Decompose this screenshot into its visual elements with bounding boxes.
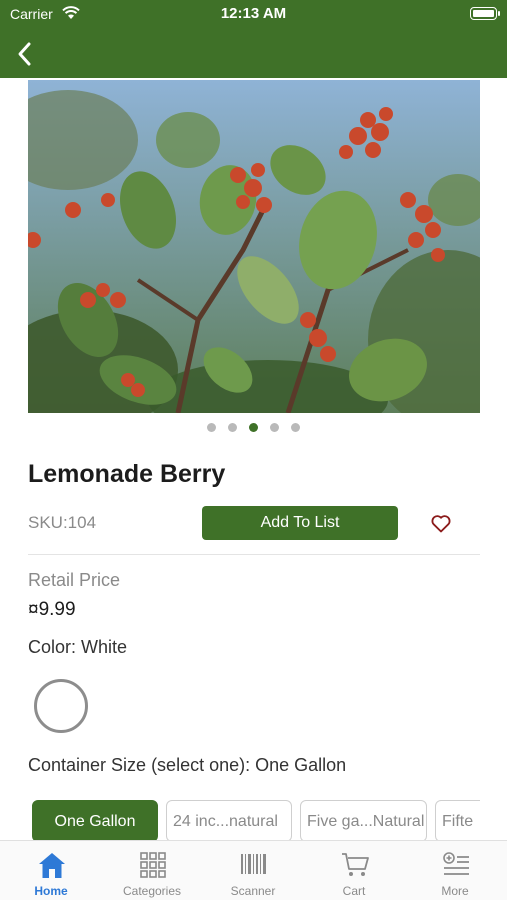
carousel-indicator[interactable] (0, 423, 507, 432)
barcode-icon (241, 854, 266, 874)
tab-home[interactable]: Home (1, 841, 101, 900)
product-sku: SKU:104 (28, 513, 97, 532)
color-label: Color: White (28, 637, 128, 657)
navigation-bar (0, 30, 507, 78)
size-option[interactable]: 24 inc...natural (166, 800, 292, 842)
carousel-dot[interactable] (291, 423, 300, 432)
home-icon (39, 853, 65, 878)
retail-price-value: ¤9.99 (28, 599, 76, 620)
size-option[interactable]: Five ga...Natural (300, 800, 427, 842)
carousel-dot[interactable] (207, 423, 216, 432)
back-button[interactable] (8, 36, 44, 72)
status-bar: Carrier 12:13 AM (0, 0, 507, 30)
tab-label: Scanner (230, 884, 276, 898)
container-size-options: One Gallon 24 inc...natural Five ga...Na… (32, 800, 480, 842)
carousel-dot[interactable] (249, 423, 258, 432)
carousel-dot[interactable] (228, 423, 237, 432)
tab-bar: Home Categories Scanner Cart More (0, 840, 507, 900)
tab-label: More (441, 884, 469, 898)
carousel-dot[interactable] (270, 423, 279, 432)
tab-label: Categories (122, 884, 182, 898)
more-list-icon (443, 852, 469, 875)
tab-label: Cart (342, 884, 366, 898)
grid-icon (140, 852, 166, 878)
status-time: 12:13 AM (220, 5, 287, 22)
container-size-label: Container Size (select one): One Gallon (28, 755, 347, 775)
color-swatch-white[interactable] (34, 679, 88, 733)
add-to-list-button[interactable]: Add To List (202, 506, 398, 540)
tab-categories[interactable]: Categories (102, 841, 202, 900)
cart-icon (342, 853, 369, 876)
divider (28, 554, 480, 555)
tab-cart[interactable]: Cart (304, 841, 404, 900)
tab-scanner[interactable]: Scanner (203, 841, 303, 900)
heart-icon[interactable] (429, 511, 453, 535)
size-option[interactable]: Fifte (435, 800, 480, 842)
product-photo (28, 80, 480, 413)
product-title: Lemonade Berry (28, 460, 226, 488)
size-option[interactable]: One Gallon (32, 800, 158, 842)
tab-more[interactable]: More (405, 841, 505, 900)
retail-price-label: Retail Price (28, 570, 121, 590)
tab-label: Home (34, 884, 68, 898)
product-image[interactable] (28, 80, 480, 413)
battery-icon (470, 7, 500, 20)
